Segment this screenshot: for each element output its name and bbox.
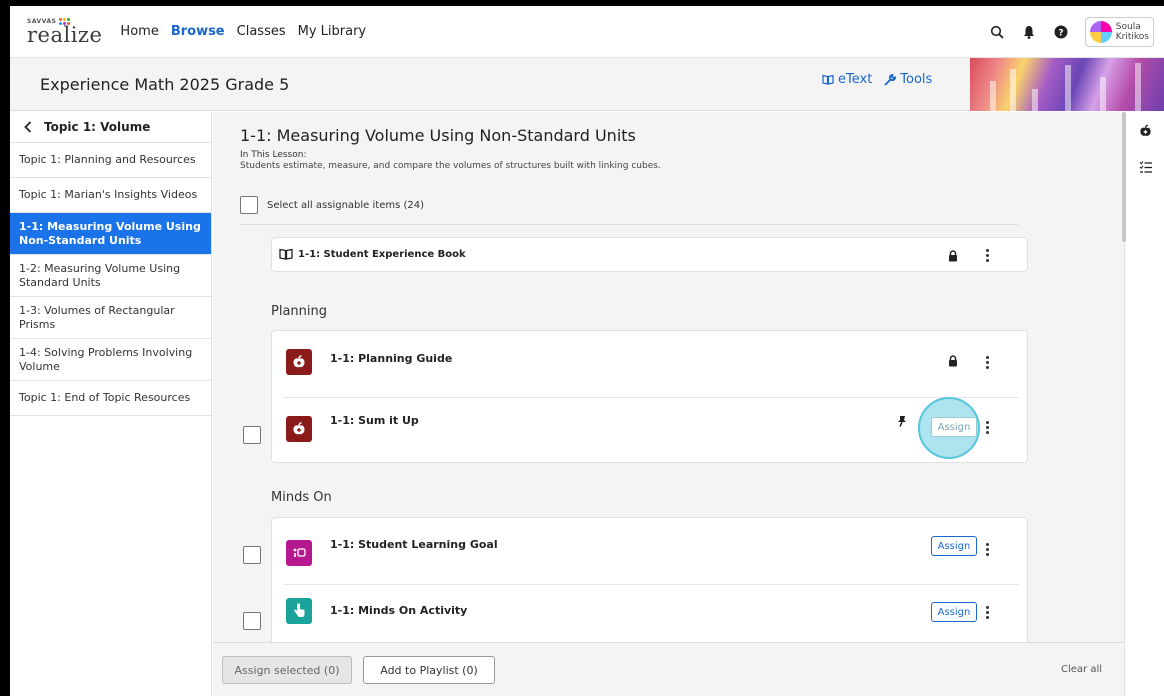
lesson-title: 1-1: Measuring Volume Using Non-Standard… — [240, 126, 636, 145]
list-item[interactable]: 1-1: Sum it Up Assign — [243, 397, 1029, 464]
right-rail — [1124, 112, 1164, 696]
student-book-card[interactable]: 1-1: Student Experience Book — [271, 237, 1028, 272]
open-book-icon — [822, 74, 834, 85]
item-title: 1-1: Minds On Activity — [330, 604, 468, 617]
item-checkbox[interactable] — [243, 546, 261, 564]
more-options-button[interactable] — [980, 246, 994, 264]
chevron-left-icon — [24, 121, 32, 133]
course-header: Experience Math 2025 Grade 5 eText Tools — [10, 58, 1164, 111]
sidebar-item-lesson-1-3[interactable]: 1-3: Volumes of Rectangular Prisms — [10, 296, 211, 338]
nav-home[interactable]: Home — [120, 22, 158, 41]
apple-icon — [286, 416, 312, 442]
sidebar-heading: Topic 1: Volume — [44, 120, 151, 134]
item-checkbox[interactable] — [243, 426, 261, 444]
avatar — [1089, 20, 1112, 43]
list-item[interactable]: 1-1: Planning Guide — [272, 331, 1029, 397]
minds-on-section-card: 1-1: Student Learning Goal Assign 1-1: M… — [243, 517, 1029, 642]
pin-icon[interactable] — [897, 415, 907, 427]
topic-sidebar: Topic 1: Volume Topic 1: Planning and Re… — [10, 112, 212, 696]
main-scrollbar[interactable] — [1122, 112, 1126, 242]
more-options-button[interactable] — [980, 353, 994, 371]
main-nav: Home Browse Classes My Library — [120, 22, 366, 41]
etext-link[interactable]: eText — [822, 72, 872, 87]
bottom-action-bar: Assign selected (0) Add to Playlist (0) … — [213, 642, 1124, 696]
section-title-minds-on: Minds On — [271, 490, 332, 505]
sidebar-item-insights-videos[interactable]: Topic 1: Marian's Insights Videos — [10, 177, 211, 212]
lock-icon — [949, 250, 957, 262]
savvas-realize-logo[interactable]: SAVVAS realize — [27, 12, 102, 52]
search-icon[interactable] — [983, 18, 1011, 46]
assign-button[interactable]: Assign — [931, 417, 977, 437]
hand-pointer-icon — [286, 598, 312, 624]
sidebar-item-end-of-topic[interactable]: Topic 1: End of Topic Resources — [10, 380, 211, 415]
nav-browse[interactable]: Browse — [171, 22, 225, 41]
item-title: 1-1: Planning Guide — [330, 352, 453, 365]
help-icon[interactable]: ? — [1047, 18, 1075, 46]
select-all-checkbox[interactable] — [240, 196, 258, 214]
tools-link[interactable]: Tools — [884, 72, 932, 87]
more-options-button[interactable] — [980, 540, 994, 558]
sidebar-item-lesson-1-2[interactable]: 1-2: Measuring Volume Using Standard Uni… — [10, 254, 211, 296]
top-nav: SAVVAS realize Home Browse Classes My Li… — [10, 6, 1164, 58]
apple-icon[interactable] — [1139, 124, 1152, 138]
sidebar-item-planning[interactable]: Topic 1: Planning and Resources — [10, 142, 211, 177]
more-options-button[interactable] — [980, 603, 994, 621]
wrench-icon — [884, 73, 897, 85]
lock-icon — [949, 355, 957, 367]
assign-button[interactable]: Assign — [931, 602, 977, 622]
planning-section-card: 1-1: Planning Guide 1-1: Sum it Up Assig… — [243, 330, 1029, 464]
nav-my-library[interactable]: My Library — [298, 22, 367, 41]
course-title: Experience Math 2025 Grade 5 — [40, 75, 290, 94]
student-book-title: 1-1: Student Experience Book — [298, 249, 466, 260]
lesson-content: 1-1: Measuring Volume Using Non-Standard… — [213, 112, 1124, 642]
lesson-description: Students estimate, measure, and compare … — [240, 161, 661, 171]
user-last-name: Kritikos — [1115, 31, 1149, 42]
item-checkbox[interactable] — [243, 612, 261, 630]
user-first-name: Soula — [1115, 21, 1141, 32]
checklist-icon[interactable] — [1139, 160, 1153, 174]
open-book-icon — [279, 248, 293, 260]
logo-wordmark: realize — [27, 23, 103, 47]
list-item[interactable]: 1-1: Minds On Activity Assign — [243, 585, 1029, 642]
add-to-playlist-button[interactable]: Add to Playlist (0) — [363, 656, 495, 684]
svg-text:?: ? — [1058, 28, 1063, 38]
sidebar-back[interactable]: Topic 1: Volume — [10, 112, 211, 142]
section-title-planning: Planning — [271, 304, 327, 319]
item-title: 1-1: Sum it Up — [330, 414, 419, 427]
user-menu[interactable]: Soula Kritikos — [1084, 16, 1154, 47]
clear-all-link[interactable]: Clear all — [1061, 664, 1102, 675]
item-title: 1-1: Student Learning Goal — [330, 538, 498, 551]
select-all-label: Select all assignable items (24) — [267, 199, 424, 211]
assign-selected-button[interactable]: Assign selected (0) — [222, 656, 352, 684]
nav-classes[interactable]: Classes — [237, 22, 286, 41]
assign-button[interactable]: Assign — [931, 536, 977, 556]
bell-icon[interactable] — [1015, 18, 1043, 46]
sidebar-item-lesson-1-4[interactable]: 1-4: Solving Problems Involving Volume — [10, 338, 211, 380]
list-item[interactable]: 1-1: Student Learning Goal Assign — [243, 518, 1029, 584]
goal-icon — [286, 540, 312, 566]
more-options-button[interactable] — [980, 418, 994, 436]
apple-icon — [286, 349, 312, 375]
app-window: SAVVAS realize Home Browse Classes My Li… — [10, 6, 1164, 696]
course-banner-image — [970, 58, 1164, 111]
sidebar-item-lesson-1-1[interactable]: 1-1: Measuring Volume Using Non-Standard… — [10, 212, 211, 254]
lesson-subtitle: In This Lesson: — [240, 150, 307, 160]
